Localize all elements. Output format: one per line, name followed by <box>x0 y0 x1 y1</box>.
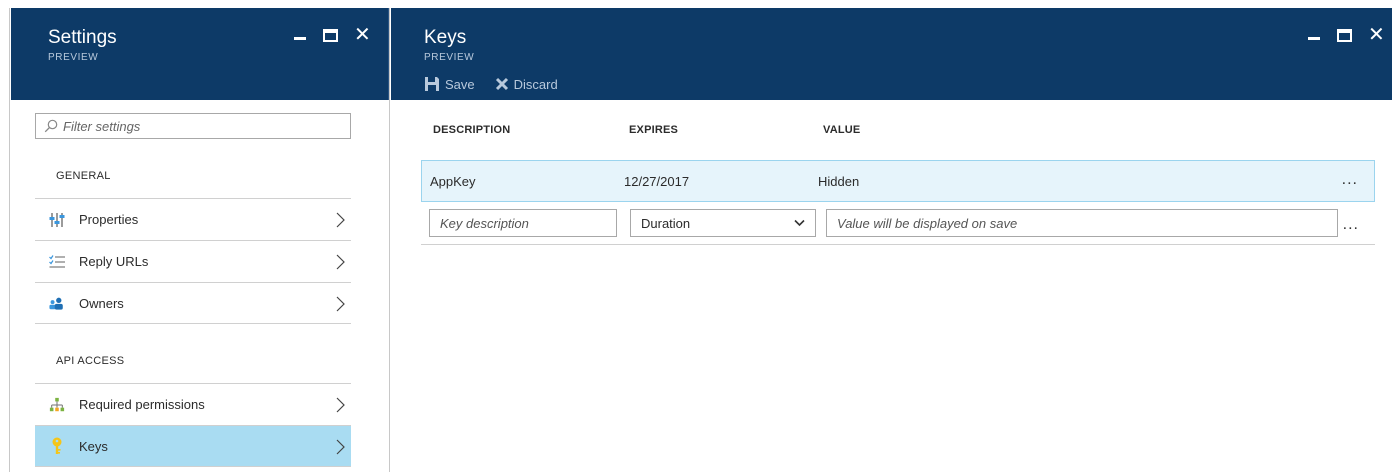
menu-item-label: Keys <box>79 438 108 454</box>
discard-label: Discard <box>513 76 558 92</box>
menu-item-owners[interactable]: Owners <box>35 282 351 324</box>
save-label: Save <box>445 76 475 92</box>
left-gutter <box>0 8 10 472</box>
section-label-general: GENERAL <box>56 170 111 182</box>
chevron-right-icon <box>336 296 345 312</box>
table-row[interactable]: AppKey 12/27/2017 Hidden ... <box>421 160 1375 202</box>
discard-button[interactable]: Discard <box>495 76 558 92</box>
column-header-value: VALUE <box>823 124 861 136</box>
save-button[interactable]: Save <box>424 76 475 92</box>
filter-settings-input[interactable] <box>63 118 343 134</box>
key-expires-cell: 12/27/2017 <box>624 174 690 189</box>
chevron-right-icon <box>336 439 345 455</box>
chevron-right-icon <box>336 397 345 413</box>
menu-item-keys[interactable]: Keys <box>35 425 351 467</box>
menu-item-label: Reply URLs <box>79 254 149 269</box>
minimize-icon[interactable] <box>1307 28 1321 42</box>
key-description-input[interactable] <box>429 209 617 237</box>
menu-item-required-permissions[interactable]: Required permissions <box>35 383 351 425</box>
chevron-down-icon <box>794 219 805 227</box>
keys-window-controls: ✕ <box>1307 25 1385 45</box>
section-label-api-access: API ACCESS <box>56 355 125 367</box>
close-icon[interactable]: ✕ <box>354 25 371 45</box>
chevron-right-icon <box>336 212 345 228</box>
top-frame <box>0 0 1392 8</box>
filter-settings-field[interactable] <box>35 113 351 139</box>
properties-icon <box>49 212 65 228</box>
settings-blade-title: Settings <box>48 27 117 48</box>
maximize-icon[interactable] <box>1337 28 1352 42</box>
settings-blade-subtitle: PREVIEW <box>48 52 99 63</box>
keys-blade-subtitle: PREVIEW <box>424 52 475 63</box>
duration-selected-value: Duration <box>641 215 691 231</box>
owners-icon <box>49 295 65 311</box>
menu-item-properties[interactable]: Properties <box>35 198 351 240</box>
list-icon <box>49 254 65 270</box>
settings-blade: Settings PREVIEW ✕ GENERAL <box>11 8 390 472</box>
command-bar: Save Discard <box>424 76 558 92</box>
discard-icon <box>495 77 508 91</box>
save-icon <box>425 77 439 91</box>
minimize-icon[interactable] <box>293 28 307 42</box>
more-options-icon[interactable]: ... <box>1342 171 1358 189</box>
value-input[interactable] <box>826 209 1338 237</box>
general-menu: Properties Reply URLs Owners <box>35 198 351 324</box>
menu-item-label: Properties <box>79 212 139 227</box>
duration-select[interactable]: Duration <box>630 209 816 237</box>
permissions-icon <box>49 397 65 413</box>
settings-blade-header: Settings PREVIEW ✕ <box>11 8 389 100</box>
settings-window-controls: ✕ <box>293 25 371 45</box>
column-header-expires: EXPIRES <box>629 124 679 136</box>
key-value-cell: Hidden <box>818 174 860 189</box>
column-header-description: DESCRIPTION <box>433 124 511 136</box>
menu-item-label: Owners <box>79 295 124 311</box>
new-key-row: Duration ... <box>421 204 1375 245</box>
keys-blade-title: Keys <box>424 27 467 48</box>
menu-item-reply-urls[interactable]: Reply URLs <box>35 240 351 282</box>
menu-item-label: Required permissions <box>79 397 205 412</box>
more-options-icon[interactable]: ... <box>1343 216 1359 234</box>
api-access-menu: Required permissions Keys <box>35 383 351 467</box>
key-description-cell: AppKey <box>430 174 476 189</box>
maximize-icon[interactable] <box>323 28 338 42</box>
keys-blade-header: Keys PREVIEW Save Discard ✕ <box>391 8 1392 100</box>
search-icon <box>44 119 58 133</box>
key-icon <box>49 437 65 454</box>
chevron-right-icon <box>336 254 345 270</box>
close-icon[interactable]: ✕ <box>1368 25 1385 45</box>
